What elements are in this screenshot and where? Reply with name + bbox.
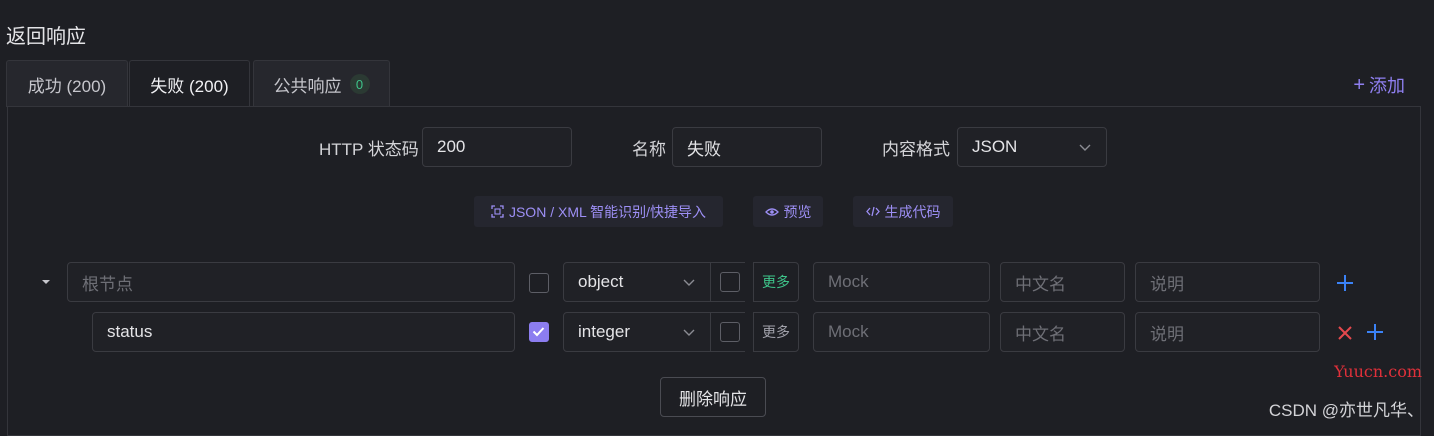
caret-down-icon[interactable] bbox=[38, 273, 54, 289]
tab-failure[interactable]: 失败 (200) bbox=[129, 60, 250, 108]
field-name-input[interactable]: 根节点 bbox=[67, 262, 515, 302]
section-title: 返回响应 bbox=[6, 26, 86, 48]
required-checkbox[interactable] bbox=[529, 322, 549, 342]
eye-icon bbox=[764, 207, 779, 216]
required-checkbox[interactable] bbox=[529, 273, 549, 293]
more-button[interactable]: 更多 bbox=[753, 312, 799, 352]
close-icon[interactable] bbox=[1335, 323, 1355, 343]
add-child-icon[interactable] bbox=[1335, 273, 1355, 293]
chevron-down-icon bbox=[683, 279, 695, 286]
tab-success[interactable]: 成功 (200) bbox=[6, 60, 128, 107]
check-icon bbox=[532, 327, 545, 337]
smart-import-label: JSON / XML 智能识别/快捷导入 bbox=[508, 203, 707, 220]
add-label: 添加 bbox=[1369, 76, 1405, 96]
mock-input[interactable]: Mock bbox=[813, 262, 990, 302]
type-value: object bbox=[578, 272, 624, 291]
chinese-name-input[interactable]: 中文名 bbox=[1000, 262, 1125, 302]
name-label: 名称 bbox=[632, 139, 666, 159]
tab-label: 失败 (200) bbox=[150, 77, 229, 96]
scan-icon bbox=[491, 205, 504, 218]
watermark-site: Yuucn.com bbox=[1334, 362, 1422, 381]
type-select[interactable]: object bbox=[563, 262, 711, 302]
smart-import-button[interactable]: JSON / XML 智能识别/快捷导入 bbox=[474, 196, 723, 227]
nullable-checkbox[interactable] bbox=[720, 322, 740, 342]
description-input[interactable]: 说明 bbox=[1135, 312, 1320, 352]
type-select[interactable]: integer bbox=[563, 312, 711, 352]
plus-icon: + bbox=[1353, 74, 1365, 96]
description-input[interactable]: 说明 bbox=[1135, 262, 1320, 302]
preview-button[interactable]: 预览 bbox=[753, 196, 823, 227]
type-value: integer bbox=[578, 322, 630, 341]
count-badge: 0 bbox=[349, 74, 370, 94]
add-response-button[interactable]: + 添加 bbox=[1353, 72, 1405, 98]
status-code-input[interactable]: 200 bbox=[422, 127, 572, 167]
add-sibling-icon[interactable] bbox=[1365, 322, 1385, 342]
chevron-down-icon bbox=[1079, 144, 1091, 151]
content-format-select[interactable]: JSON bbox=[957, 127, 1107, 167]
nullable-checkbox[interactable] bbox=[720, 272, 740, 292]
tab-label: 成功 (200) bbox=[27, 76, 107, 96]
tab-label: 公共响应 bbox=[273, 76, 342, 96]
code-icon bbox=[865, 206, 880, 217]
status-code-label: HTTP 状态码 bbox=[319, 139, 419, 159]
generate-code-label: 生成代码 bbox=[884, 203, 941, 220]
preview-label: 预览 bbox=[783, 203, 812, 220]
watermark-author: CSDN @亦世凡华、 bbox=[1268, 401, 1424, 420]
content-format-value: JSON bbox=[972, 137, 1018, 156]
field-name-input[interactable]: status bbox=[92, 312, 515, 352]
delete-response-button[interactable]: 删除响应 bbox=[660, 377, 766, 417]
generate-code-button[interactable]: 生成代码 bbox=[853, 196, 953, 227]
chevron-down-icon bbox=[683, 329, 695, 336]
chinese-name-input[interactable]: 中文名 bbox=[1000, 312, 1125, 352]
more-button[interactable]: 更多 bbox=[753, 262, 799, 302]
name-input[interactable]: 失败 bbox=[672, 127, 822, 167]
content-format-label: 内容格式 bbox=[882, 139, 950, 159]
tab-common-response[interactable]: 公共响应 0 bbox=[253, 60, 390, 107]
mock-input[interactable]: Mock bbox=[813, 312, 990, 352]
